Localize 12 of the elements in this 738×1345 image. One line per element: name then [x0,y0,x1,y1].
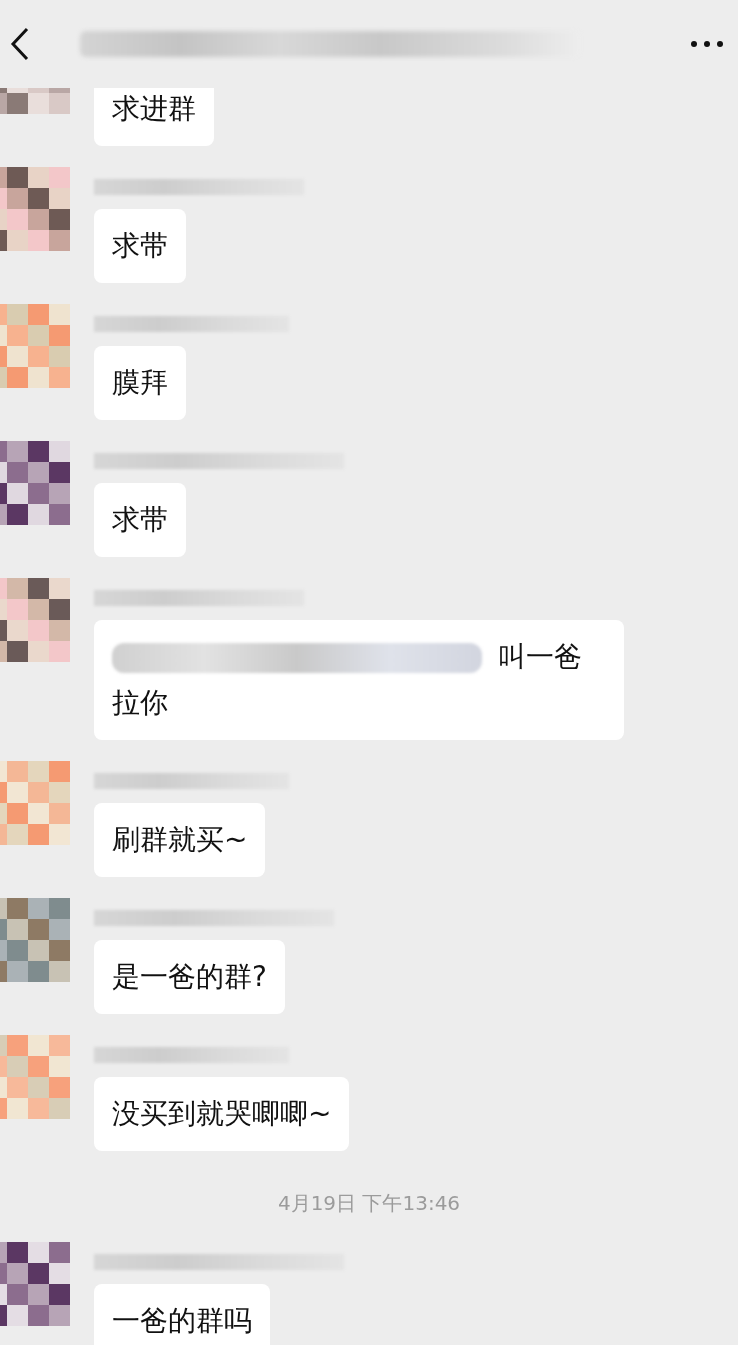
message-bubble: 是一爸的群? [94,940,285,1014]
message-bubble: 叫一爸拉你 [94,620,624,740]
back-icon[interactable] [10,27,30,61]
more-icon[interactable] [690,40,724,48]
message-bubble: 一爸的群吗 [94,1284,270,1345]
message-bubble: 求带 [94,209,186,283]
message-bubble: 求带 [94,483,186,557]
timestamp: 4月19日 下午13:46 [277,1190,461,1217]
message-bubble: 刷群就买~ [94,803,266,877]
message-bubble: 膜拜 [94,346,186,420]
message-bubble: 求进群 [94,88,214,146]
message-bubble: 没买到就哭唧唧~ [94,1077,350,1151]
